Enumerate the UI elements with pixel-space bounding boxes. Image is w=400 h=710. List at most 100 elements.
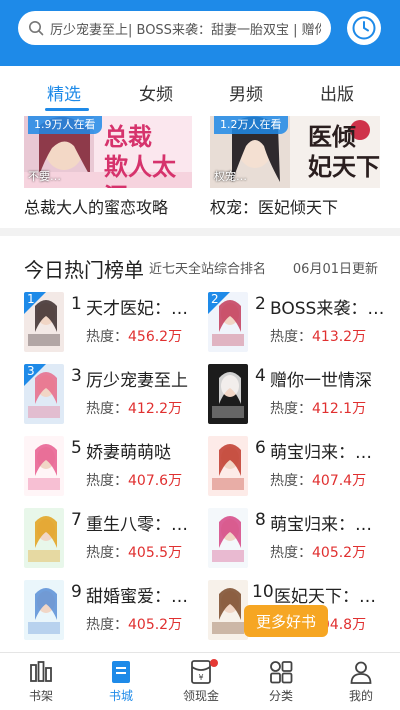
heat-label: 热度： (86, 545, 128, 561)
book-cover: 3 (24, 364, 64, 424)
heat-info: 热度：407.4万 (270, 470, 366, 490)
ranking-item[interactable]: 7 重生八零：… 热度：405.5万 (24, 508, 204, 570)
heat-value: 412.1万 (312, 401, 367, 417)
top-rank-badge-number: 1 (27, 292, 35, 306)
nav-label: 分类 (268, 689, 293, 703)
heat-label: 热度： (86, 617, 128, 633)
ranking-item[interactable]: 4 赠你一世情深 热度：412.1万 (208, 364, 388, 426)
heat-label: 热度： (270, 401, 312, 417)
search-icon (29, 21, 44, 36)
ranking-header: 今日热门榜单 近七天全站综合排名 06月01日更新 (0, 236, 400, 296)
nav-label: 我的 (348, 689, 373, 703)
bookshelf-icon (30, 661, 52, 682)
rank-number: 10 (252, 582, 274, 602)
banner-art-title: 总裁欺人太深 (104, 123, 176, 188)
rank-number: 4 (255, 366, 266, 386)
tab-featured[interactable]: 精选 (47, 80, 81, 105)
heat-info: 热度：412.1万 (270, 398, 366, 418)
top-rank-badge-number: 3 (27, 364, 35, 378)
tab-published[interactable]: 出版 (320, 80, 354, 105)
heat-info: 热度：412.2万 (86, 398, 182, 418)
featured-banners: 1.9万人在看 总裁欺人太深 不要… 总裁大人的蜜恋攻略 1.2万人在看 医倾妃… (0, 116, 400, 220)
heat-info: 热度：407.6万 (86, 470, 182, 490)
book-cover: 2 (208, 292, 248, 352)
nav-get-cash[interactable]: ¥ 领现金 (161, 653, 241, 710)
notification-dot (210, 659, 218, 667)
ranking-update-date: 06月01日更新 (292, 262, 378, 277)
bottom-navigation: 书架 书城 ¥ 领现金 分类 我的 (0, 652, 400, 710)
book-title: 甜婚蜜爱：… (86, 587, 188, 607)
book-title: 赠你一世情深 (270, 371, 372, 391)
profile-icon (350, 661, 372, 684)
book-cover (208, 364, 248, 424)
heat-info: 热度：405.2万 (270, 542, 366, 562)
book-title: 医妃天下：… (274, 587, 376, 607)
rank-number: 7 (71, 510, 82, 530)
banner-caption-2[interactable]: 权宠：医妃倾天下 (210, 194, 338, 218)
search-bar[interactable]: 厉少宠妻至上| BOSS来袭：甜妻一胎双宝 | 赠你… (18, 11, 331, 45)
nav-bookshelf[interactable]: 书架 (1, 653, 81, 710)
heat-label: 热度： (270, 545, 312, 561)
heat-info: 热度：405.2万 (86, 614, 182, 634)
rank-number: 5 (71, 438, 82, 458)
tab-female[interactable]: 女频 (139, 80, 173, 105)
nav-category[interactable]: 分类 (241, 653, 321, 710)
ranking-subtitle: 近七天全站综合排名 (149, 262, 267, 277)
rank-number: 8 (255, 510, 266, 530)
banner-card-2[interactable]: 1.2万人在看 医倾 妃天下 权宠… (210, 116, 380, 188)
heat-label: 热度： (86, 401, 128, 417)
ranking-item[interactable]: 5 娇妻萌萌哒 热度：407.6万 (24, 436, 204, 498)
book-cover (24, 580, 64, 640)
nav-label: 书城 (108, 689, 133, 703)
book-cover (208, 508, 248, 568)
ranking-item[interactable]: 6 萌宝归来：… 热度：407.4万 (208, 436, 388, 498)
rank-number: 9 (71, 582, 82, 602)
book-cover: 1 (24, 292, 64, 352)
history-button[interactable] (347, 11, 381, 45)
banner-overlay-text: 权宠… (214, 170, 247, 183)
book-cover (24, 436, 64, 496)
heat-info: 热度：456.2万 (86, 326, 182, 346)
nav-label: 领现金 (182, 689, 219, 703)
tab-male[interactable]: 男频 (229, 80, 263, 105)
book-cover (24, 508, 64, 568)
nav-bookstore[interactable]: 书城 (81, 653, 161, 710)
viewer-count-badge: 1.9万人在看 (28, 116, 102, 134)
nav-profile[interactable]: 我的 (321, 653, 400, 710)
heat-value: 405.5万 (128, 545, 183, 561)
ranking-item[interactable]: 9 甜婚蜜爱：… 热度：405.2万 (24, 580, 204, 642)
nav-label: 书架 (28, 689, 53, 703)
book-title: 厉少宠妻至上 (86, 371, 188, 391)
banner-overlay-text: 不要… (28, 170, 61, 183)
more-books-button[interactable]: 更多好书 (244, 605, 328, 637)
heat-label: 热度： (86, 329, 128, 345)
banner-caption-1[interactable]: 总裁大人的蜜恋攻略 (24, 194, 168, 218)
heat-info: 热度：405.5万 (86, 542, 182, 562)
rank-number: 2 (255, 294, 266, 314)
book-title: 萌宝归来：… (270, 515, 372, 535)
heat-value: 412.2万 (128, 401, 183, 417)
rank-number: 3 (71, 366, 82, 386)
heat-value: 405.2万 (128, 617, 183, 633)
book-title: 天才医妃：… (86, 299, 188, 319)
book-cover (208, 580, 248, 640)
rank-number: 1 (71, 294, 82, 314)
banner-card-1[interactable]: 1.9万人在看 总裁欺人太深 不要… (24, 116, 192, 188)
rank-number: 6 (255, 438, 266, 458)
book-cover (208, 436, 248, 496)
viewer-count-badge: 1.2万人在看 (214, 116, 288, 134)
ranking-item[interactable]: 8 萌宝归来：… 热度：405.2万 (208, 508, 388, 570)
active-tab-indicator (45, 108, 89, 111)
ranking-item[interactable]: 2 2 BOSS来袭：… 热度：413.2万 (208, 292, 388, 354)
heat-value: 407.4万 (312, 473, 367, 489)
ranking-item[interactable]: 1 1 天才医妃：… 热度：456.2万 (24, 292, 204, 354)
search-placeholder: 厉少宠妻至上| BOSS来袭：甜妻一胎双宝 | 赠你… (50, 22, 321, 38)
book-title: BOSS来袭：… (270, 299, 385, 319)
top-bar: 厉少宠妻至上| BOSS来袭：甜妻一胎双宝 | 赠你… (0, 0, 400, 66)
ranking-item[interactable]: 3 3 厉少宠妻至上 热度：412.2万 (24, 364, 204, 426)
clock-icon (352, 16, 376, 40)
heat-label: 热度： (270, 473, 312, 489)
svg-text:¥: ¥ (198, 673, 203, 682)
heat-value: 407.6万 (128, 473, 183, 489)
heat-value: 413.2万 (312, 329, 367, 345)
